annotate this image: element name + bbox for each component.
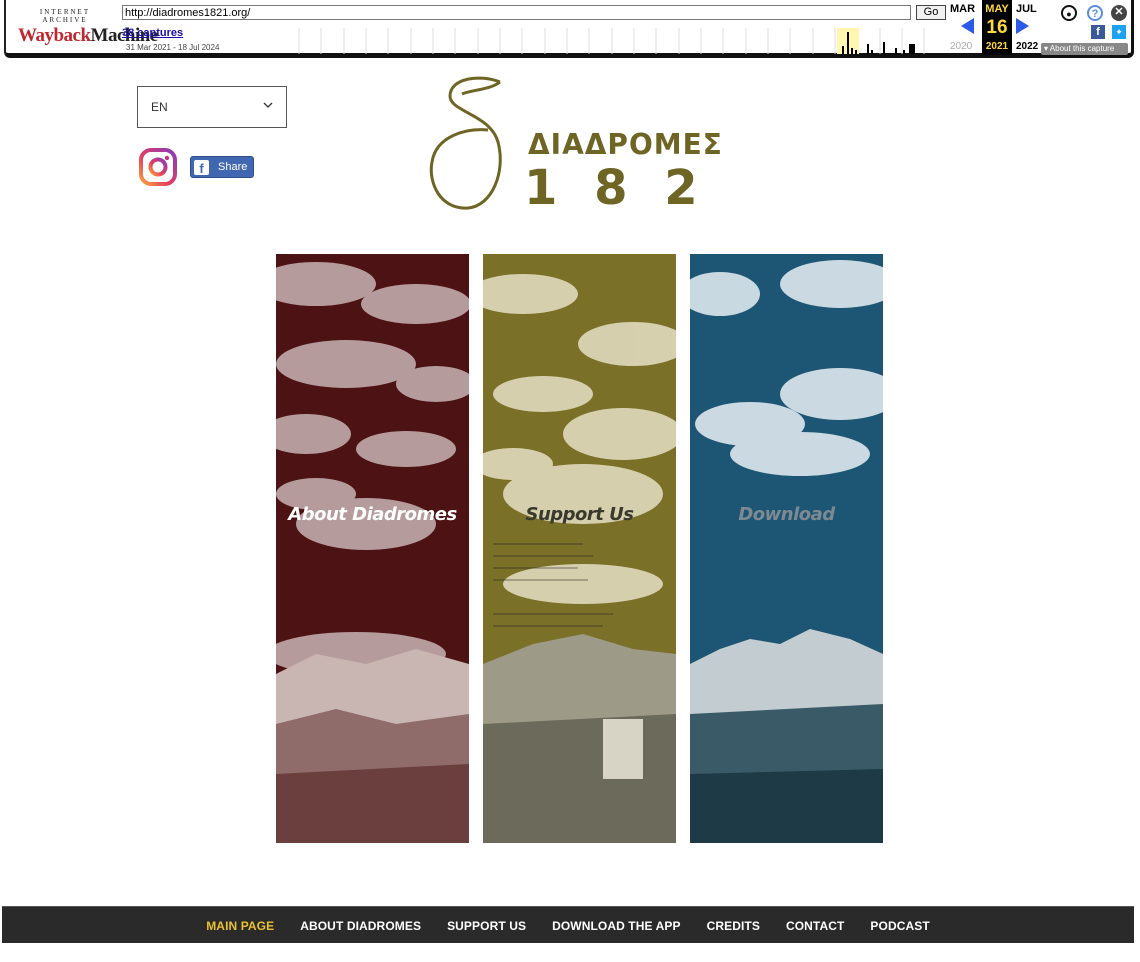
facebook-share-icon: f <box>194 160 209 176</box>
panel-title-about: About Diadromes <box>288 504 457 525</box>
wayback-sparkline[interactable] <box>277 28 947 54</box>
wayback-logo-top: INTERNET ARCHIVE <box>39 8 91 24</box>
nav-about-diadromes[interactable]: ABOUT DIADROMES <box>300 919 421 933</box>
wayback-toolbar: INTERNET ARCHIVE WaybackMachine Go 38 ca… <box>4 0 1134 58</box>
wayback-month-prev[interactable]: MAR <box>950 3 975 15</box>
logo-year: 1 8 2 1 <box>524 160 722 216</box>
share-label: Share <box>218 161 248 173</box>
wayback-captures-link[interactable]: 38 captures <box>122 27 183 39</box>
twitter-icon[interactable]: ✦ <box>1112 25 1126 39</box>
wayback-day: 16 <box>986 17 1008 38</box>
wayback-logo-word-a: Wayback <box>18 25 91 46</box>
wayback-logo-main: WaybackMachine <box>18 25 158 47</box>
wayback-url-input[interactable] <box>122 5 911 20</box>
footer-nav: MAIN PAGE ABOUT DIADROMES SUPPORT US DOW… <box>2 906 1134 943</box>
nav-main-page[interactable]: MAIN PAGE <box>206 919 274 933</box>
panel-about-diadromes[interactable]: About Diadromes <box>276 254 469 843</box>
nav-download-the-app[interactable]: DOWNLOAD THE APP <box>552 919 681 933</box>
close-icon[interactable]: ✕ <box>1111 5 1127 21</box>
nav-support-us[interactable]: SUPPORT US <box>447 919 526 933</box>
user-icon[interactable]: ● <box>1061 5 1077 21</box>
prev-capture-arrow-icon[interactable] <box>961 18 974 34</box>
wayback-year-next[interactable]: 2022 <box>1016 41 1038 52</box>
wayback-capture-range: 31 Mar 2021 - 18 Jul 2024 <box>126 43 220 52</box>
nav-contact[interactable]: CONTACT <box>786 919 844 933</box>
facebook-icon[interactable]: f <box>1091 25 1105 39</box>
clouds-mountain-image <box>276 254 469 843</box>
help-icon[interactable]: ? <box>1087 5 1103 21</box>
about-capture-button[interactable]: ▾ About this capture <box>1041 43 1128 55</box>
chevron-down-icon <box>263 102 273 108</box>
site-logo[interactable]: ΔΙΑΔΡΟΜΕΣ 1 8 2 1 <box>410 72 722 216</box>
panel-support-us[interactable]: Support Us <box>483 254 676 843</box>
wayback-year-current: 2021 <box>985 41 1009 52</box>
sky-acropolis-image <box>690 254 883 843</box>
nav-podcast[interactable]: PODCAST <box>870 919 929 933</box>
next-capture-arrow-icon[interactable] <box>1016 18 1029 34</box>
wayback-year-prev: 2020 <box>950 41 973 52</box>
panel-title-support: Support Us <box>525 504 635 525</box>
wayback-logo[interactable]: INTERNET ARCHIVE WaybackMachine <box>18 8 158 47</box>
about-capture-label: About this capture <box>1049 44 1115 53</box>
logo-word: ΔΙΑΔΡΟΜΕΣ <box>528 128 722 161</box>
language-select[interactable]: EN <box>137 86 287 128</box>
instagram-icon[interactable] <box>139 148 177 186</box>
clouds-landscape-image <box>483 254 676 843</box>
panel-title-download: Download <box>738 504 835 525</box>
language-value: EN <box>151 100 168 114</box>
wayback-month-next[interactable]: JUL <box>1016 3 1037 15</box>
nav-credits[interactable]: CREDITS <box>707 919 760 933</box>
panel-download[interactable]: Download <box>690 254 883 843</box>
facebook-share-button[interactable]: f Share <box>190 156 254 178</box>
wayback-go-button[interactable]: Go <box>916 5 946 20</box>
